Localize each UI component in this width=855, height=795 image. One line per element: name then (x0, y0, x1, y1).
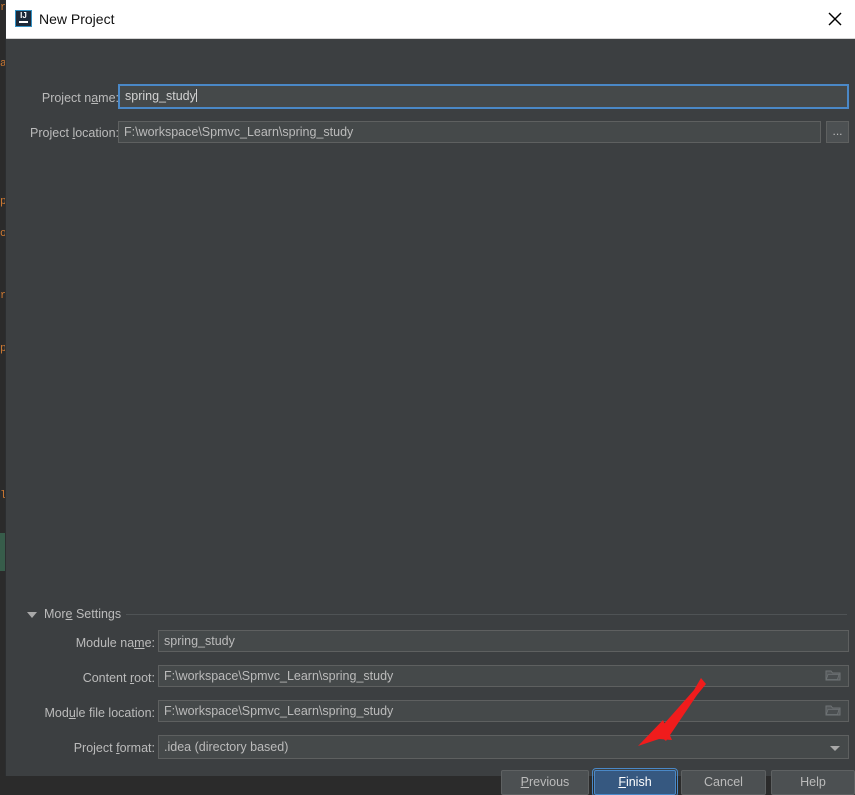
dialog-title-bar: IJ New Project (6, 0, 855, 39)
content-root-value: F:\workspace\Spmvc_Learn\spring_study (164, 669, 394, 683)
chevron-down-icon[interactable] (27, 612, 37, 618)
project-location-browse-button[interactable]: ... (826, 121, 849, 143)
project-format-select[interactable]: .idea (directory based) (158, 735, 849, 759)
finish-button[interactable]: Finish (592, 768, 678, 795)
section-divider (126, 614, 847, 615)
project-name-value: spring_study (125, 89, 196, 103)
module-name-input[interactable]: spring_study (158, 630, 849, 652)
module-file-location-value: F:\workspace\Spmvc_Learn\spring_study (164, 704, 394, 718)
close-icon[interactable] (815, 0, 855, 37)
project-location-input[interactable]: F:\workspace\Spmvc_Learn\spring_study (118, 121, 821, 143)
more-settings-section-header[interactable]: More Settings (6, 606, 855, 622)
previous-button[interactable]: Previous (501, 770, 589, 795)
project-format-label: Project format: (73, 741, 155, 755)
content-root-label: Content root: (82, 671, 155, 685)
chevron-down-icon (830, 746, 840, 751)
cancel-button[interactable]: Cancel (681, 770, 766, 795)
project-location-value: F:\workspace\Spmvc_Learn\spring_study (124, 125, 354, 139)
module-name-value: spring_study (164, 634, 235, 648)
module-file-location-folder-icon[interactable] (825, 704, 841, 717)
project-format-value: .idea (directory based) (164, 740, 289, 754)
intellij-idea-icon: IJ (15, 10, 32, 27)
dialog-body: Project name: spring_study Project locat… (6, 39, 855, 795)
module-name-label: Module name: (75, 636, 155, 650)
help-button[interactable]: Help (771, 770, 855, 795)
module-file-location-label: Module file location: (44, 706, 156, 720)
text-caret (195, 89, 197, 102)
content-root-input[interactable]: F:\workspace\Spmvc_Learn\spring_study (158, 665, 849, 687)
project-name-input[interactable]: spring_study (118, 84, 849, 109)
new-project-dialog: IJ New Project Project name: spring_stud… (6, 0, 855, 795)
more-settings-label: More Settings (44, 607, 122, 621)
content-root-folder-icon[interactable] (825, 669, 841, 682)
module-file-location-input[interactable]: F:\workspace\Spmvc_Learn\spring_study (158, 700, 849, 722)
project-location-label: Project location: (30, 126, 119, 140)
dialog-title: New Project (39, 11, 115, 27)
project-name-label: Project name: (41, 91, 119, 105)
